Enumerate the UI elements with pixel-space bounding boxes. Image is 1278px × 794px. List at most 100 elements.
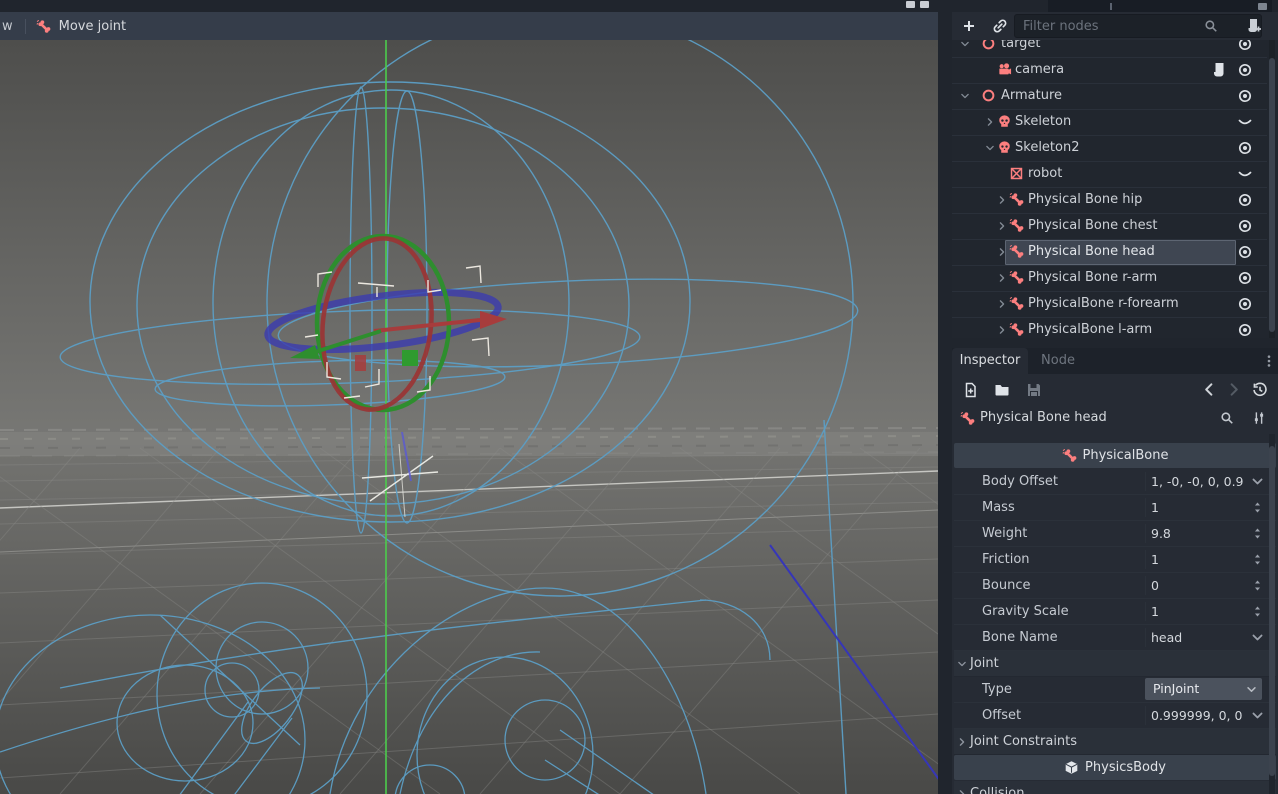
dock-splitter-vertical[interactable] <box>938 12 952 794</box>
property-value[interactable]: 0 <box>1151 573 1159 598</box>
expand-arrow-icon[interactable] <box>985 117 995 127</box>
spinner-icon[interactable] <box>1251 605 1264 618</box>
visibility-visible-icon[interactable] <box>1237 244 1253 260</box>
right-dock-column: PhysicalBone l-armPhysicalBone r-forearm… <box>952 12 1278 794</box>
expand-arrow-icon[interactable] <box>997 247 1007 257</box>
attach-script-icon[interactable] <box>1246 18 1262 34</box>
tree-item-label: robot <box>1028 161 1062 186</box>
gizmo-green-plane-handle[interactable] <box>402 350 418 366</box>
spinner-icon[interactable] <box>1251 501 1264 514</box>
property-value[interactable]: head <box>1151 625 1182 650</box>
node-type-skull-icon <box>997 140 1012 155</box>
inspector-tools-icon[interactable] <box>1252 411 1266 425</box>
inspector-scrollbar[interactable] <box>1269 434 1275 794</box>
tree-item-robot[interactable]: robot <box>952 161 1267 188</box>
property-value[interactable]: 9.8 <box>1151 521 1171 546</box>
scrollbar-thumb[interactable] <box>1269 58 1275 332</box>
spinner-icon[interactable] <box>1251 579 1264 592</box>
category-joint[interactable]: Joint <box>954 651 1276 677</box>
tree-item-physical-bone-r-arm[interactable]: Physical Bone r-arm <box>952 265 1267 292</box>
collapse-arrow-icon[interactable] <box>960 40 970 49</box>
instance-scene-icon[interactable] <box>992 18 1008 34</box>
collapse-arrow-icon[interactable] <box>985 143 995 153</box>
tree-item-skeleton2[interactable]: Skeleton2 <box>952 135 1267 162</box>
tree-item-armature[interactable]: Armature <box>952 83 1267 110</box>
tree-item-physical-bone-head[interactable]: Physical Bone head <box>952 239 1267 266</box>
visibility-visible-icon[interactable] <box>1237 192 1253 208</box>
dock-menu-icon[interactable] <box>1262 353 1276 369</box>
property-value[interactable]: 1 <box>1151 547 1159 572</box>
chevron-down-icon[interactable] <box>1251 475 1264 488</box>
filter-nodes-input[interactable] <box>1014 14 1262 38</box>
property-search-icon[interactable] <box>1220 411 1234 425</box>
expand-arrow-icon[interactable] <box>997 299 1007 309</box>
tree-item-label: Skeleton2 <box>1015 135 1080 160</box>
category-collision[interactable]: Collision <box>954 781 1276 794</box>
tree-item-label: Physical Bone hip <box>1028 187 1142 212</box>
visibility-visible-icon[interactable] <box>1237 88 1253 104</box>
tree-item-label: camera <box>1015 57 1064 82</box>
column-divider <box>1145 602 1146 621</box>
history-back-icon[interactable] <box>1202 382 1217 397</box>
visibility-visible-icon[interactable] <box>1237 62 1253 78</box>
property-value[interactable]: 1, -0, -0, 0, 0.9 <box>1151 469 1244 494</box>
visibility-visible-icon[interactable] <box>1237 270 1253 286</box>
tree-item-physicalbone-l-arm[interactable]: PhysicalBone l-arm <box>952 317 1267 338</box>
expand-arrow-icon[interactable] <box>997 221 1007 231</box>
collapse-arrow-icon[interactable] <box>960 91 970 101</box>
tree-item-label: Skeleton <box>1015 109 1071 134</box>
property-dropdown[interactable]: PinJoint <box>1145 678 1262 700</box>
tree-item-physicalbone-r-forearm[interactable]: PhysicalBone r-forearm <box>952 291 1267 318</box>
property-value[interactable]: 1 <box>1151 599 1159 624</box>
property-value[interactable]: 0.999999, 0, 0 <box>1151 703 1242 728</box>
viewport-canvas[interactable] <box>0 40 938 794</box>
property-label: Gravity Scale <box>982 599 1069 624</box>
collapse-arrow-icon[interactable] <box>957 659 967 669</box>
3d-viewport[interactable] <box>0 40 938 794</box>
tab-inspector[interactable]: Inspector <box>952 348 1028 374</box>
load-resource-icon[interactable] <box>994 382 1010 398</box>
visibility-hidden-icon[interactable] <box>1237 114 1253 130</box>
tree-item-physical-bone-chest[interactable]: Physical Bone chest <box>952 213 1267 240</box>
tree-item-skeleton[interactable]: Skeleton <box>952 109 1267 136</box>
expand-arrow-icon[interactable] <box>997 325 1007 335</box>
category-joint-constraints[interactable]: Joint Constraints <box>954 729 1276 755</box>
visibility-visible-icon[interactable] <box>1237 40 1253 52</box>
dock-splitter-horizontal[interactable] <box>952 338 1278 348</box>
expand-arrow-icon[interactable] <box>957 737 967 747</box>
tab-node[interactable]: Node <box>1032 348 1084 374</box>
node-type-bone-icon <box>1009 270 1024 285</box>
chevron-down-icon[interactable] <box>1251 709 1264 722</box>
gizmo-mode-label: Move joint <box>59 19 127 34</box>
gizmo-red-plane-handle[interactable] <box>355 355 366 371</box>
scene-tree-scrollbar[interactable] <box>1269 40 1275 338</box>
tree-item-label: Physical Bone r-arm <box>1028 265 1157 290</box>
scrollbar-thumb[interactable] <box>1269 446 1275 776</box>
chevron-down-icon[interactable] <box>1251 631 1264 644</box>
tree-item-physical-bone-hip[interactable]: Physical Bone hip <box>952 187 1267 214</box>
expand-arrow-icon[interactable] <box>997 195 1007 205</box>
visibility-visible-icon[interactable] <box>1237 140 1253 156</box>
visibility-visible-icon[interactable] <box>1237 218 1253 234</box>
add-node-icon[interactable] <box>961 18 977 34</box>
spinner-icon[interactable] <box>1251 527 1264 540</box>
history-forward-icon[interactable] <box>1226 382 1241 397</box>
visibility-hidden-icon[interactable] <box>1237 166 1253 182</box>
property-value[interactable]: 1 <box>1151 495 1159 520</box>
spinner-icon[interactable] <box>1251 553 1264 566</box>
tree-item-target[interactable]: target <box>952 40 1267 58</box>
save-resource-icon[interactable] <box>1026 382 1042 398</box>
section-header-physicsbody[interactable]: PhysicsBody <box>954 755 1276 780</box>
expand-arrow-icon[interactable] <box>997 273 1007 283</box>
partial-menu-text[interactable]: w <box>2 19 13 34</box>
new-resource-icon[interactable] <box>962 382 978 398</box>
expand-arrow-icon[interactable] <box>957 789 967 794</box>
section-header-physicalbone[interactable]: PhysicalBone <box>954 443 1276 468</box>
visibility-visible-icon[interactable] <box>1237 296 1253 312</box>
visibility-visible-icon[interactable] <box>1237 322 1253 338</box>
tree-item-camera[interactable]: camera <box>952 57 1267 84</box>
script-badge-icon[interactable] <box>1211 62 1227 78</box>
godot-editor: w Move joint <box>0 0 1278 794</box>
object-history-icon[interactable] <box>1252 382 1268 398</box>
tree-item-label: target <box>1001 40 1041 56</box>
